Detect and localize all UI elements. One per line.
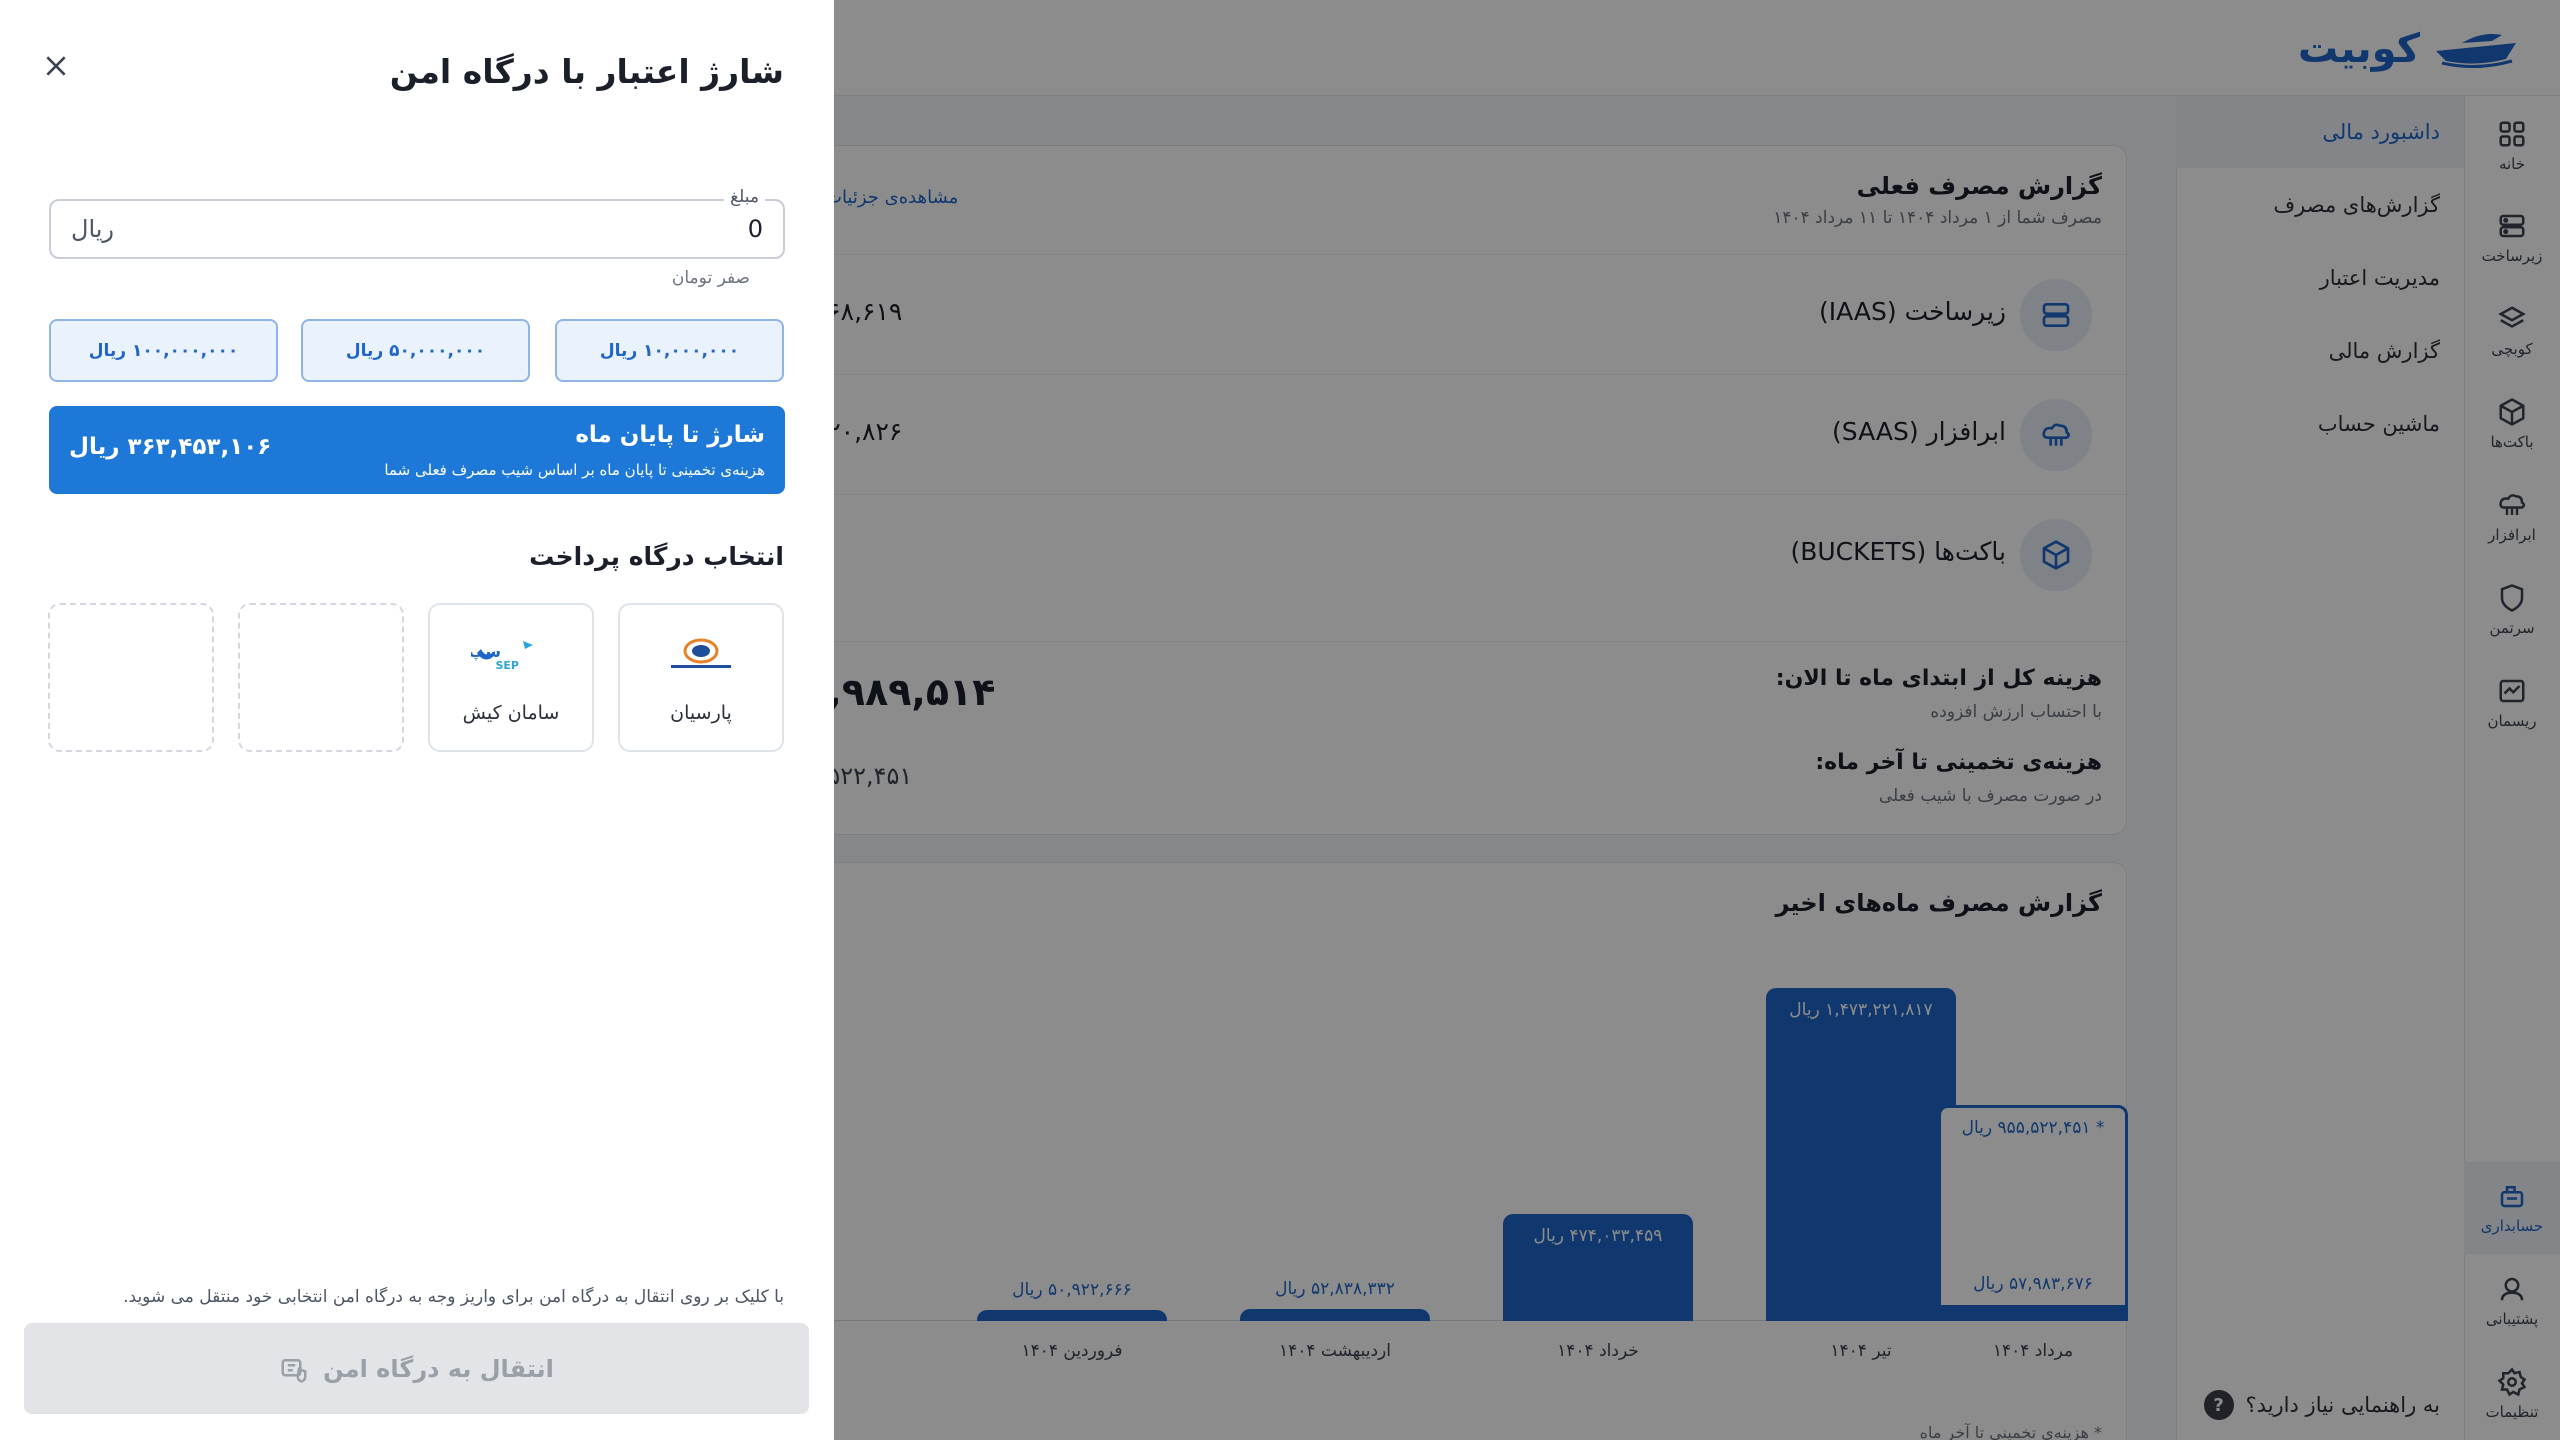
sep-logo-icon: سپ SEP [430, 635, 592, 675]
gateway-saman-kish[interactable]: سپ SEP سامان کیش [428, 603, 594, 752]
charge-until-month-end-button[interactable]: شارژ تا پایان ماه هزینه‌ی تخمینی تا پایا… [49, 406, 785, 494]
redirect-to-gateway-button[interactable]: انتقال به درگاه امن [24, 1323, 809, 1414]
close-icon [46, 56, 66, 76]
redirect-note: با کلیک بر روی انتقال به درگاه امن برای … [123, 1287, 784, 1307]
preset-10m-button[interactable]: ۱۰,۰۰۰,۰۰۰ ریال [555, 319, 784, 382]
charge-title: شارژ تا پایان ماه [575, 422, 765, 448]
preset-100m-button[interactable]: ۱۰۰,۰۰۰,۰۰۰ ریال [49, 319, 278, 382]
gateway-placeholder [238, 603, 404, 752]
amount-helper-text: صفر تومان [671, 268, 750, 288]
charge-credit-drawer: شارژ اعتبار با درگاه امن مبلغ 0 ریال صفر… [0, 0, 834, 1440]
secure-gateway-icon [281, 1358, 307, 1383]
preset-50m-button[interactable]: ۵۰,۰۰۰,۰۰۰ ریال [301, 319, 530, 382]
drawer-title: شارژ اعتبار با درگاه امن [389, 52, 784, 91]
amount-input[interactable]: مبلغ 0 ریال [49, 187, 785, 259]
parsian-logo-icon [620, 635, 782, 675]
charge-subtitle: هزینه‌ی تخمینی تا پایان ماه بر اساس شیب … [384, 461, 765, 479]
amount-legend: مبلغ [724, 187, 765, 207]
gateway-section-title: انتخاب درگاه پرداخت [529, 542, 784, 571]
amount-unit: ریال [71, 215, 115, 243]
gateway-parsian[interactable]: پارسیان [618, 603, 784, 752]
gateway-name: سامان کیش [462, 702, 560, 724]
charge-amount: ۳۶۳,۴۵۳,۱۰۶ ریال [69, 434, 272, 460]
sep-logo-latin: SEP [496, 659, 520, 672]
gateway-placeholder [48, 603, 214, 752]
amount-value: 0 [747, 215, 763, 243]
close-button[interactable] [38, 48, 74, 84]
submit-label: انتقال به درگاه امن [323, 1354, 554, 1383]
gateway-name: پارسیان [670, 702, 732, 724]
